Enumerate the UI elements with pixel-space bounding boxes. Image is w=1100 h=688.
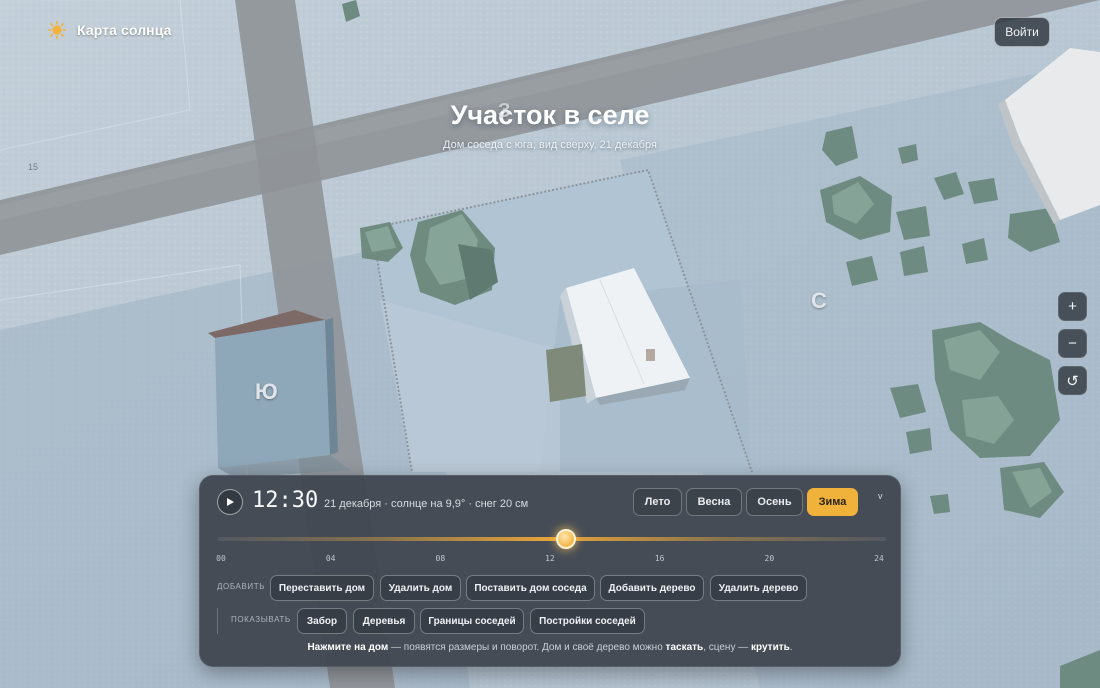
collapse-panel-button[interactable]: v bbox=[878, 491, 883, 501]
add-row-label: ДОБАВИТЬ bbox=[217, 582, 266, 591]
time-display: 12:30 bbox=[252, 488, 319, 513]
move-house-button[interactable]: Переставить дом bbox=[270, 575, 374, 601]
divider bbox=[217, 608, 218, 634]
page-subtitle: Дом соседа с юга, вид сверху, 21 декабря bbox=[443, 139, 657, 151]
time-slider-thumb[interactable] bbox=[556, 529, 576, 549]
control-panel: 12:30 21 декабря · солнце на 9,9° · снег… bbox=[199, 475, 901, 667]
season-spring-button[interactable]: Весна bbox=[686, 488, 742, 516]
page-title: Участок в селе bbox=[450, 100, 650, 130]
timeline-tick-label: 16 bbox=[654, 554, 665, 563]
play-icon bbox=[227, 498, 234, 506]
plus-icon: + bbox=[1068, 298, 1077, 315]
brand-title: Карта солнца bbox=[77, 22, 172, 38]
timeline-tick-label: 00 bbox=[216, 554, 226, 563]
timeline-tick-label: 08 bbox=[435, 554, 446, 563]
zoom-out-button[interactable]: − bbox=[1058, 329, 1087, 358]
add-tree-button[interactable]: Добавить дерево bbox=[600, 575, 704, 601]
show-row-label: ПОКАЗЫВАТЬ bbox=[231, 615, 291, 624]
sun-info: 21 декабря · солнце на 9,9° · снег 20 см bbox=[324, 498, 529, 510]
toggle-neighbor-bounds[interactable]: Границы соседей bbox=[420, 608, 524, 634]
sun-icon bbox=[47, 20, 67, 40]
hint-text: Нажмите на дом — появятся размеры и пово… bbox=[307, 642, 793, 653]
season-summer-button[interactable]: Лето bbox=[633, 488, 682, 516]
direction-north-label: С bbox=[811, 288, 827, 313]
login-button[interactable]: Войти bbox=[994, 17, 1050, 47]
season-winter-button[interactable]: Зима bbox=[807, 488, 858, 516]
brand[interactable]: Карта солнца bbox=[47, 20, 172, 40]
hero: Участок в селе Дом соседа с юга, вид све… bbox=[0, 100, 1100, 151]
play-button[interactable] bbox=[217, 489, 243, 515]
delete-tree-button[interactable]: Удалить дерево bbox=[710, 575, 807, 601]
season-autumn-button[interactable]: Осень bbox=[746, 488, 803, 516]
timeline-tick-label: 12 bbox=[545, 554, 555, 563]
add-neighbor-house-button[interactable]: Поставить дом соседа bbox=[466, 575, 595, 601]
zoom-in-button[interactable]: + bbox=[1058, 292, 1087, 321]
toggle-neighbor-buildings[interactable]: Постройки соседей bbox=[530, 608, 645, 634]
neighbor-house-south[interactable] bbox=[208, 310, 350, 478]
timeline-tick-label: 24 bbox=[874, 554, 884, 563]
delete-house-button[interactable]: Удалить дом bbox=[380, 575, 461, 601]
direction-west-label: З bbox=[498, 100, 511, 122]
plot-number: 15 bbox=[28, 162, 39, 172]
reset-view-button[interactable]: ↺ bbox=[1058, 366, 1087, 395]
time-slider-track[interactable] bbox=[218, 537, 886, 541]
direction-south-label: Ю bbox=[255, 379, 278, 404]
toggle-trees[interactable]: Деревья bbox=[353, 608, 415, 634]
minus-icon: − bbox=[1068, 335, 1077, 352]
timeline-tick-label: 20 bbox=[764, 554, 775, 563]
rotate-icon: ↺ bbox=[1066, 372, 1079, 390]
toggle-fence[interactable]: Забор bbox=[297, 608, 347, 634]
timeline-tick-label: 04 bbox=[325, 554, 336, 563]
